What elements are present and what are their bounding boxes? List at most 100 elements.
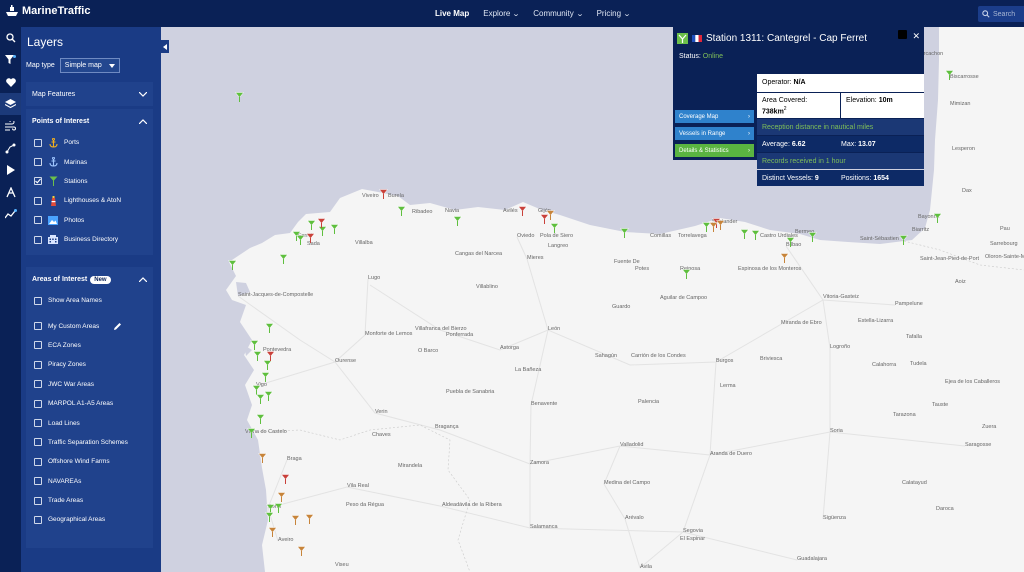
station-marker-online-icon[interactable]	[265, 512, 274, 522]
aoi-navareas-row[interactable]: NAVAREAs	[26, 472, 153, 491]
station-marker-offline-icon[interactable]	[518, 206, 527, 216]
piracy-zones-checkbox[interactable]	[34, 360, 42, 369]
station-marker-online-icon[interactable]	[808, 232, 817, 242]
coverage-map-button[interactable]: Coverage Map ›	[675, 110, 754, 123]
business-checkbox[interactable]	[34, 235, 42, 244]
aoi-wind-farms-row[interactable]: Offshore Wind Farms	[26, 452, 153, 471]
ports-checkbox[interactable]	[34, 138, 42, 147]
station-marker-offline-icon[interactable]	[281, 474, 290, 484]
aoi-eca-zones-row[interactable]: ECA Zones	[26, 336, 153, 355]
poi-marinas-row[interactable]: Marinas	[26, 152, 153, 171]
station-marker-online-icon[interactable]	[786, 237, 795, 247]
station-marker-online-icon[interactable]	[256, 414, 265, 424]
stations-checkbox[interactable]	[34, 177, 42, 186]
rail-layers-button[interactable]	[0, 93, 21, 115]
rail-filter-button[interactable]	[0, 49, 21, 71]
station-marker-partial-icon[interactable]	[258, 453, 267, 463]
rail-route-button[interactable]	[0, 181, 21, 203]
show-area-names-checkbox[interactable]	[34, 296, 42, 305]
station-marker-online-icon[interactable]	[740, 229, 749, 239]
nav-live-map[interactable]: Live Map	[428, 9, 476, 18]
photos-checkbox[interactable]	[34, 216, 42, 225]
map-type-select[interactable]: Simple map	[59, 58, 120, 73]
rail-playback-button[interactable]	[0, 159, 21, 181]
poi-photos-row[interactable]: Photos	[26, 211, 153, 230]
aoi-load-lines-row[interactable]: Load Lines	[26, 413, 153, 432]
rail-measure-button[interactable]	[0, 137, 21, 159]
nav-community[interactable]: Community ⌄	[526, 9, 589, 18]
station-marker-online-icon[interactable]	[253, 351, 262, 361]
station-marker-online-icon[interactable]	[247, 428, 256, 438]
station-marker-online-icon[interactable]	[228, 260, 237, 270]
nav-explore[interactable]: Explore ⌄	[476, 9, 526, 18]
marpol-checkbox[interactable]	[34, 399, 42, 408]
station-marker-online-icon[interactable]	[307, 220, 316, 230]
my-custom-areas-checkbox[interactable]	[34, 322, 42, 331]
aoi-geographical-areas-row[interactable]: Geographical Areas	[26, 510, 153, 529]
navareas-checkbox[interactable]	[34, 477, 42, 486]
poi-stations-row[interactable]: Stations	[26, 172, 153, 191]
aoi-piracy-zones-row[interactable]: Piracy Zones	[26, 355, 153, 374]
collapse-panel-button[interactable]	[161, 40, 169, 53]
station-marker-partial-icon[interactable]	[780, 253, 789, 263]
station-marker-offline-icon[interactable]	[317, 218, 326, 228]
poi-ports-row[interactable]: Ports	[26, 133, 153, 152]
aoi-jwc-war-areas-row[interactable]: JWC War Areas	[26, 375, 153, 394]
nav-pricing[interactable]: Pricing ⌄	[590, 9, 637, 18]
marinas-checkbox[interactable]	[34, 158, 42, 167]
station-marker-offline-icon[interactable]	[266, 351, 275, 361]
map-features-section[interactable]: Map Features	[26, 82, 153, 106]
poi-lighthouses-row[interactable]: Lighthouses & AtoN	[26, 191, 153, 210]
map-features-header[interactable]: Map Features	[26, 82, 153, 106]
rail-weather-button[interactable]	[0, 115, 21, 137]
poi-header[interactable]: Points of Interest	[26, 109, 153, 133]
station-marker-online-icon[interactable]	[550, 223, 559, 233]
station-marker-online-icon[interactable]	[235, 92, 244, 102]
eca-zones-checkbox[interactable]	[34, 341, 42, 350]
load-lines-checkbox[interactable]	[34, 419, 42, 428]
geographical-areas-checkbox[interactable]	[34, 515, 42, 524]
tss-checkbox[interactable]	[34, 438, 42, 447]
station-marker-online-icon[interactable]	[682, 269, 691, 279]
station-marker-online-icon[interactable]	[945, 70, 954, 80]
station-marker-partial-icon[interactable]	[277, 492, 286, 502]
station-marker-online-icon[interactable]	[899, 235, 908, 245]
station-marker-online-icon[interactable]	[265, 323, 274, 333]
station-marker-partial-icon[interactable]	[297, 546, 306, 556]
station-marker-online-icon[interactable]	[263, 360, 272, 370]
station-marker-partial-icon[interactable]	[268, 527, 277, 537]
pencil-icon[interactable]	[113, 322, 122, 331]
station-marker-offline-icon[interactable]	[379, 189, 388, 199]
station-marker-partial-icon[interactable]	[291, 515, 300, 525]
aoi-my-custom-areas-row[interactable]: My Custom Areas	[26, 316, 153, 335]
trade-areas-checkbox[interactable]	[34, 496, 42, 505]
station-marker-online-icon[interactable]	[250, 340, 259, 350]
jwc-war-areas-checkbox[interactable]	[34, 380, 42, 389]
brand-logo[interactable]: MarineTraffic	[5, 5, 90, 17]
station-marker-online-icon[interactable]	[261, 372, 270, 382]
rail-favorites-button[interactable]	[0, 71, 21, 93]
station-marker-partial-icon[interactable]	[305, 514, 314, 524]
station-marker-online-icon[interactable]	[296, 235, 305, 245]
aoi-header[interactable]: Areas of Interest New	[26, 267, 153, 291]
aoi-show-area-names-row[interactable]: Show Area Names	[26, 291, 153, 310]
station-marker-online-icon[interactable]	[274, 503, 283, 513]
station-marker-online-icon[interactable]	[279, 254, 288, 264]
station-marker-offline-icon[interactable]	[306, 233, 315, 243]
wind-farms-checkbox[interactable]	[34, 457, 42, 466]
station-marker-online-icon[interactable]	[330, 224, 339, 234]
details-statistics-button[interactable]: Details & Statistics ›	[675, 144, 754, 157]
aoi-trade-areas-row[interactable]: Trade Areas	[26, 491, 153, 510]
vessels-in-range-button[interactable]: Vessels in Range ›	[675, 127, 754, 140]
search-box[interactable]: Search	[978, 6, 1024, 22]
lighthouses-checkbox[interactable]	[34, 196, 42, 205]
rail-search-button[interactable]	[0, 27, 21, 49]
aoi-tss-row[interactable]: Traffic Separation Schemes	[26, 433, 153, 452]
station-marker-online-icon[interactable]	[264, 391, 273, 401]
station-marker-online-icon[interactable]	[933, 213, 942, 223]
poi-business-row[interactable]: Business Directory	[26, 230, 153, 249]
station-marker-online-icon[interactable]	[751, 230, 760, 240]
close-icon[interactable]: ✕	[912, 31, 920, 42]
rail-analytics-button[interactable]	[0, 203, 21, 225]
station-marker-partial-icon[interactable]	[716, 220, 725, 230]
